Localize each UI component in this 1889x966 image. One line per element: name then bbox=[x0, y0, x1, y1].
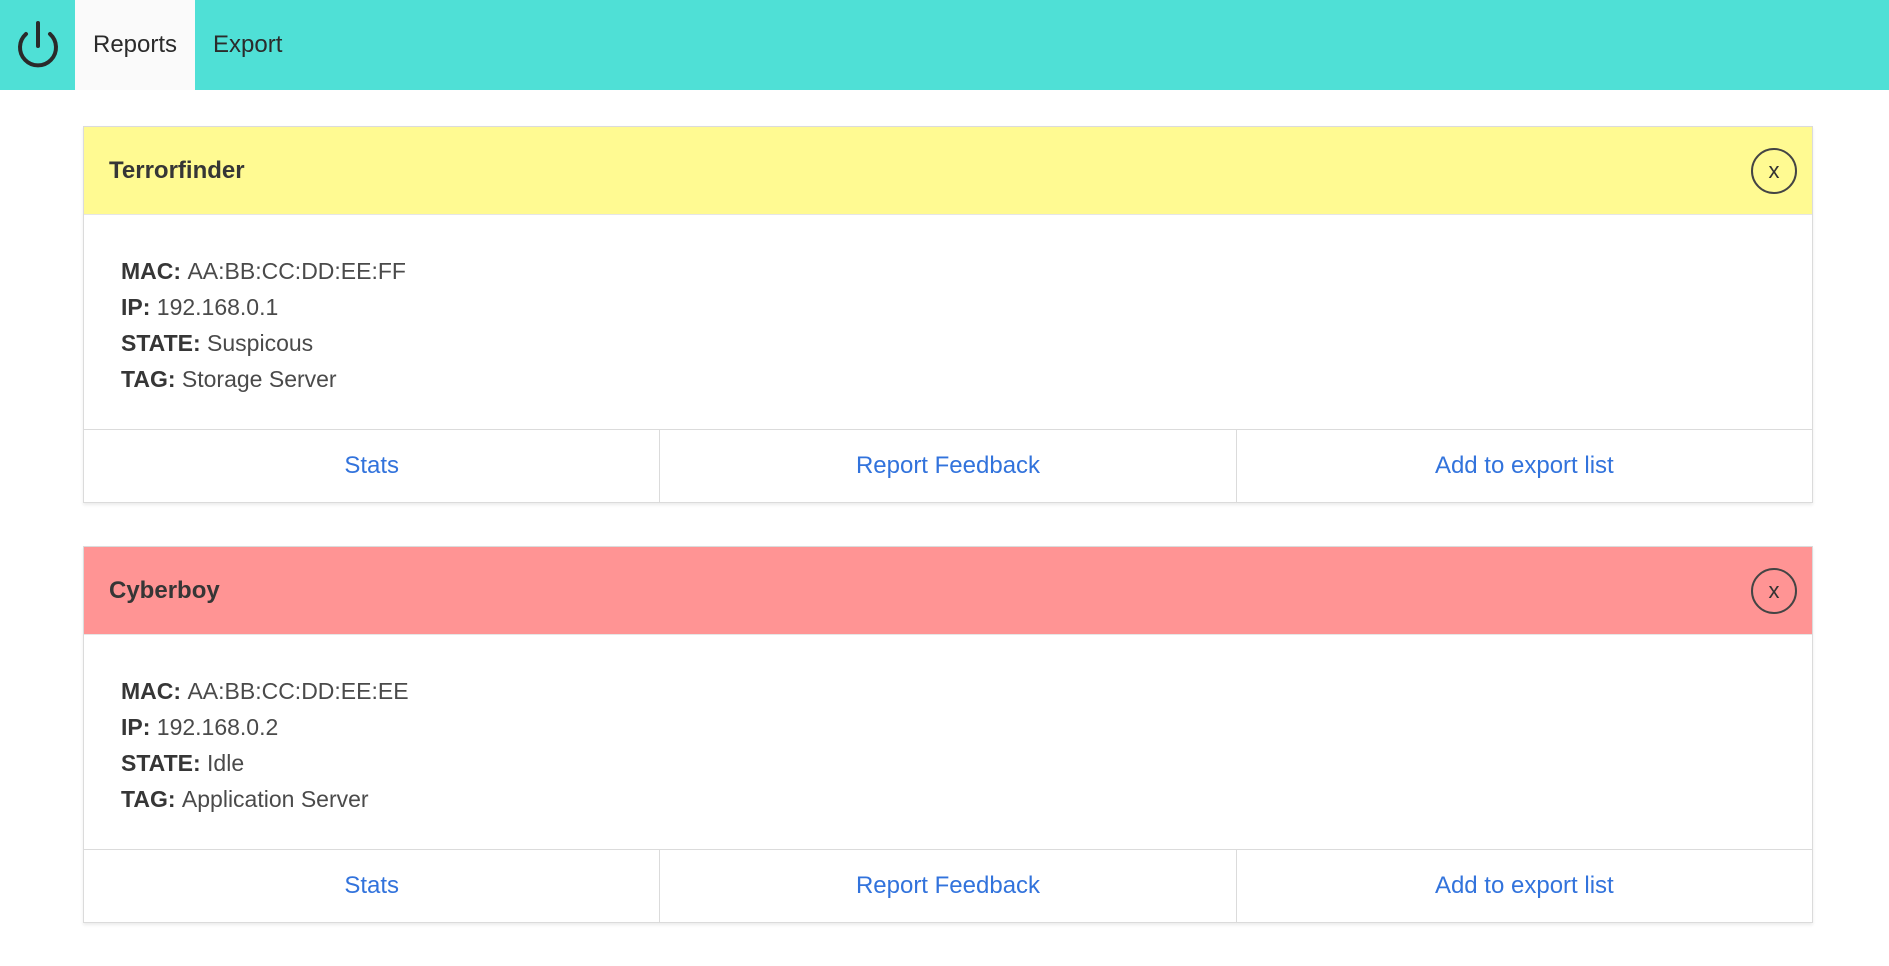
report-card-header: Cyberboy x bbox=[84, 547, 1812, 635]
tag-label: TAG: bbox=[121, 366, 182, 392]
reports-list: Terrorfinder x MAC: AA:BB:CC:DD:EE:FF IP… bbox=[83, 126, 1813, 966]
nav-item-export[interactable]: Export bbox=[195, 0, 300, 90]
report-feedback-link[interactable]: Report Feedback bbox=[659, 430, 1235, 502]
report-card: Terrorfinder x MAC: AA:BB:CC:DD:EE:FF IP… bbox=[83, 126, 1813, 503]
tag-value: Storage Server bbox=[181, 366, 337, 392]
tag-row: TAG: Storage Server bbox=[121, 361, 1775, 397]
ip-row: IP: 192.168.0.2 bbox=[121, 709, 1775, 745]
report-card-actions: Stats Report Feedback Add to export list bbox=[84, 429, 1812, 502]
mac-value: AA:BB:CC:DD:EE:EE bbox=[187, 678, 409, 704]
ip-value: 192.168.0.1 bbox=[156, 294, 279, 320]
mac-label: MAC: bbox=[121, 678, 188, 704]
tag-value: Application Server bbox=[181, 786, 369, 812]
ip-label: IP: bbox=[121, 714, 157, 740]
report-card-details: MAC: AA:BB:CC:DD:EE:EE IP: 192.168.0.2 S… bbox=[84, 635, 1812, 849]
state-row: STATE: Suspicous bbox=[121, 325, 1775, 361]
report-card-details: MAC: AA:BB:CC:DD:EE:FF IP: 192.168.0.1 S… bbox=[84, 215, 1812, 429]
nav-item-reports[interactable]: Reports bbox=[75, 0, 196, 90]
report-card-actions: Stats Report Feedback Add to export list bbox=[84, 849, 1812, 922]
add-to-export-link[interactable]: Add to export list bbox=[1235, 430, 1812, 502]
ip-label: IP: bbox=[121, 294, 157, 320]
report-card-title: Cyberboy bbox=[109, 576, 220, 604]
report-card-title: Terrorfinder bbox=[109, 156, 245, 184]
ip-value: 192.168.0.2 bbox=[156, 714, 279, 740]
state-label: STATE: bbox=[121, 330, 208, 356]
add-to-export-link[interactable]: Add to export list bbox=[1235, 850, 1812, 922]
mac-row: MAC: AA:BB:CC:DD:EE:EE bbox=[121, 673, 1775, 709]
stats-link[interactable]: Stats bbox=[84, 850, 659, 922]
state-label: STATE: bbox=[121, 750, 208, 776]
report-card: Cyberboy x MAC: AA:BB:CC:DD:EE:EE IP: 19… bbox=[83, 546, 1813, 923]
close-button[interactable]: x bbox=[1751, 567, 1797, 614]
stats-link[interactable]: Stats bbox=[84, 430, 659, 502]
mac-value: AA:BB:CC:DD:EE:FF bbox=[187, 258, 406, 284]
top-navbar: Reports Export bbox=[0, 0, 1889, 90]
power-icon bbox=[17, 21, 58, 68]
tag-row: TAG: Application Server bbox=[121, 781, 1775, 817]
tag-label: TAG: bbox=[121, 786, 182, 812]
close-button[interactable]: x bbox=[1751, 147, 1797, 194]
ip-row: IP: 192.168.0.1 bbox=[121, 289, 1775, 325]
state-value: Suspicous bbox=[207, 330, 314, 356]
report-card-header: Terrorfinder x bbox=[84, 127, 1812, 215]
state-row: STATE: Idle bbox=[121, 745, 1775, 781]
mac-label: MAC: bbox=[121, 258, 188, 284]
state-value: Idle bbox=[207, 750, 245, 776]
mac-row: MAC: AA:BB:CC:DD:EE:FF bbox=[121, 253, 1775, 289]
power-logo-icon[interactable] bbox=[0, 0, 75, 90]
report-feedback-link[interactable]: Report Feedback bbox=[659, 850, 1235, 922]
